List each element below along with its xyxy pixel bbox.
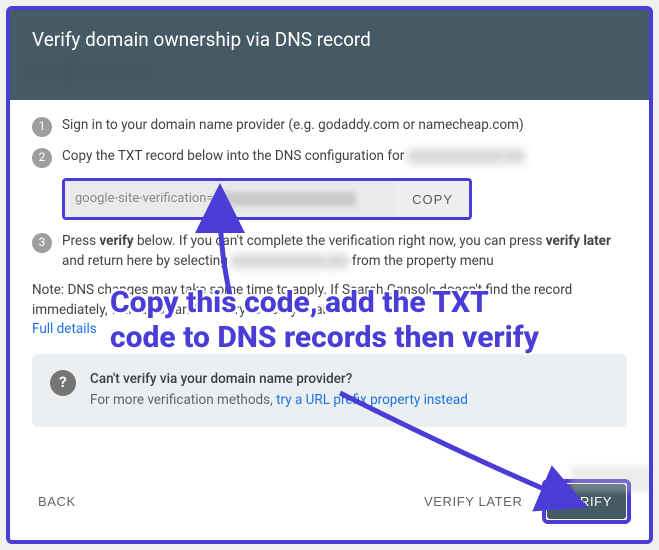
- modal-title: Verify domain ownership via DNS record: [32, 28, 627, 51]
- step-number-icon: 1: [32, 117, 52, 137]
- url-prefix-link[interactable]: try a URL prefix property instead: [276, 392, 468, 408]
- copy-button[interactable]: COPY: [396, 181, 469, 217]
- background-peek: [571, 466, 651, 492]
- txt-record-box: google-site-verification= COPY: [62, 178, 472, 220]
- txt-token-blurred: [216, 192, 356, 206]
- alt-method-infobox: ? Can't verify via your domain name prov…: [32, 354, 627, 427]
- modal-footer: BACK VERIFY LATER VERIFY: [10, 465, 649, 540]
- step-3: 3 Press verify below. If you can't compl…: [32, 232, 627, 271]
- domain-blurred: xxxxxxxxxxxxxx.xxx: [408, 147, 525, 167]
- txt-record-value[interactable]: google-site-verification=: [65, 181, 396, 217]
- back-button[interactable]: BACK: [28, 486, 86, 517]
- step-1: 1 Sign in to your domain name provider (…: [32, 116, 627, 137]
- step-2: 2 Copy the TXT record below into the DNS…: [32, 147, 627, 168]
- step-number-icon: 3: [32, 233, 52, 253]
- domain-blurred: xxxxxxxxxxxxxx.xxx: [231, 252, 348, 272]
- infobox-title: Can't verify via your domain name provid…: [90, 370, 468, 390]
- modal-body: 1 Sign in to your domain name provider (…: [10, 100, 649, 465]
- question-icon: ?: [50, 370, 76, 396]
- step-3-text: Press verify below. If you can't complet…: [62, 232, 627, 271]
- verify-dns-modal: Verify domain ownership via DNS record x…: [6, 6, 653, 544]
- verify-later-button[interactable]: VERIFY LATER: [414, 486, 532, 517]
- step-number-icon: 2: [32, 148, 52, 168]
- dns-note: Note: DNS changes may take some time to …: [32, 281, 627, 340]
- step-1-text: Sign in to your domain name provider (e.…: [62, 116, 627, 136]
- step-2-text: Copy the TXT record below into the DNS c…: [62, 147, 627, 167]
- modal-header: Verify domain ownership via DNS record x…: [10, 10, 649, 100]
- full-details-link[interactable]: Full details: [32, 321, 97, 337]
- account-email-blurred: xxxxx@xxxxxxx.xxx: [32, 65, 144, 80]
